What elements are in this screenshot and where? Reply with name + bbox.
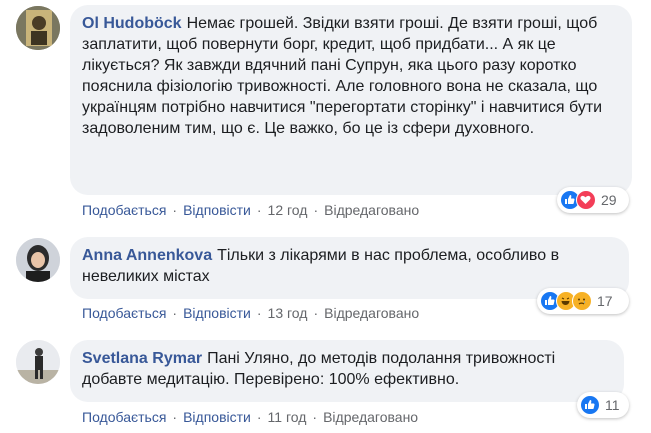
avatar[interactable] xyxy=(16,238,60,282)
comment-text: Немає грошей. Звідки взяти гроші. Де взя… xyxy=(82,15,603,137)
reply-link[interactable]: Відповісти xyxy=(183,202,251,218)
like-icon xyxy=(580,395,600,415)
like-link[interactable]: Подобається xyxy=(82,202,166,218)
comment-author[interactable]: Anna Annenkova xyxy=(82,247,212,264)
like-link[interactable]: Подобається xyxy=(82,409,166,425)
comment-author[interactable]: Ol Hudoböck xyxy=(82,15,182,32)
reaction-count: 11 xyxy=(605,397,620,413)
comment-bubble: Ol Hudoböck Немає грошей. Звідки взяти гр… xyxy=(70,5,632,195)
timestamp-link[interactable]: 12 год xyxy=(268,202,308,218)
edited-label[interactable]: Відредаговано xyxy=(323,409,418,425)
separator-dot: · xyxy=(172,305,178,321)
separator-dot: · xyxy=(313,305,319,321)
sad-icon xyxy=(572,291,592,311)
comment-actions: Подобається · Відповісти · 13 год · Відредагов… xyxy=(82,305,419,321)
timestamp-link[interactable]: 13 год xyxy=(268,305,308,321)
like-link[interactable]: Подобається xyxy=(82,305,166,321)
avatar[interactable] xyxy=(16,6,60,50)
separator-dot: · xyxy=(256,409,262,425)
separator-dot: · xyxy=(172,409,178,425)
timestamp-link[interactable]: 11 год xyxy=(268,409,307,425)
love-icon xyxy=(576,190,596,210)
separator-dot: · xyxy=(256,305,262,321)
comment-actions: Подобається · Відповісти · 11 год · Відредагов… xyxy=(82,409,418,425)
reply-link[interactable]: Відповісти xyxy=(183,305,251,321)
reaction-summary[interactable]: 11 xyxy=(577,392,629,418)
comment-bubble: Svetlana Rymar Пані Уляно, до методів под… xyxy=(70,340,624,402)
edited-label[interactable]: Відредаговано xyxy=(324,202,419,218)
reaction-count: 29 xyxy=(601,192,617,208)
comment-author[interactable]: Svetlana Rymar xyxy=(82,350,202,367)
separator-dot: · xyxy=(256,202,262,218)
reaction-count: 17 xyxy=(597,293,613,309)
separator-dot: · xyxy=(312,409,318,425)
avatar[interactable] xyxy=(16,340,60,384)
comment-actions: Подобається · Відповісти · 12 год · Відредагов… xyxy=(82,202,419,218)
separator-dot: · xyxy=(172,202,178,218)
edited-label[interactable]: Відредаговано xyxy=(324,305,419,321)
reaction-summary[interactable]: 29 xyxy=(557,187,629,213)
reaction-summary[interactable]: 17 xyxy=(537,288,629,314)
reply-link[interactable]: Відповісти xyxy=(183,409,251,425)
separator-dot: · xyxy=(313,202,319,218)
